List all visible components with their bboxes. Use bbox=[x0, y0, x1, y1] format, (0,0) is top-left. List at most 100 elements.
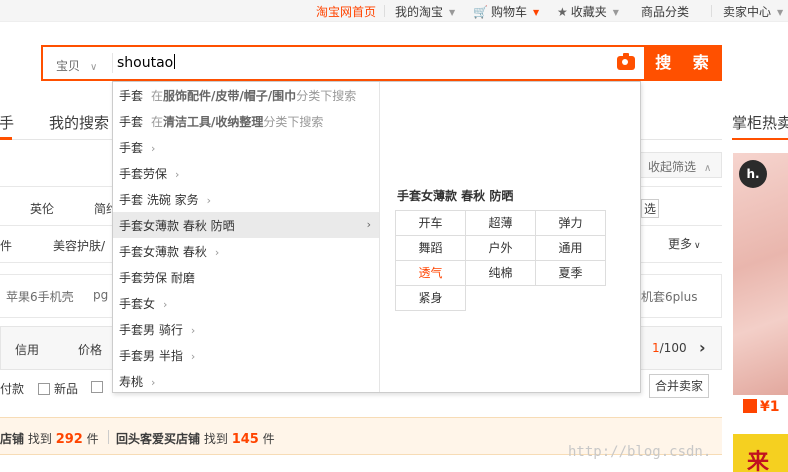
shopkeeper-hot-title: 掌柜热卖 bbox=[732, 114, 788, 132]
page-total: /100 bbox=[659, 341, 687, 355]
shop-count-2[interactable]: 回头客爱买店铺 找到 145 件 bbox=[116, 430, 275, 447]
filter-more-button[interactable]: 更多 ∨ bbox=[668, 235, 701, 252]
suggestion-item[interactable]: 手套 洗碗 家务 › bbox=[113, 186, 379, 212]
filter-option[interactable]: 件 bbox=[0, 237, 12, 254]
suggestion-category-suffix: 分类下搜索 bbox=[296, 89, 357, 103]
seller-center-menu[interactable]: 卖家中心 ▼ bbox=[723, 3, 783, 20]
categories-link[interactable]: 商品分类 bbox=[641, 3, 689, 20]
shop-label: 店铺 bbox=[0, 432, 25, 446]
attribute-option[interactable]: 弹力 bbox=[535, 210, 606, 236]
chevron-up-icon: ∧ bbox=[704, 163, 712, 174]
product-image[interactable]: 来 bbox=[733, 434, 788, 472]
sort-price[interactable]: 价格 bbox=[78, 341, 102, 358]
search-box: 宝贝 ∨ shoutao bbox=[41, 45, 644, 81]
suggestion-item[interactable]: 手套男 半指 › bbox=[113, 342, 379, 368]
divider bbox=[384, 5, 385, 17]
suggestion-term: 寿桃 bbox=[119, 375, 144, 389]
filter-new-label: 新品 bbox=[54, 382, 79, 396]
filter-more-label: 更多 bbox=[668, 237, 693, 251]
chevron-right-icon: › bbox=[214, 246, 220, 259]
related-search-link[interactable]: pg bbox=[93, 288, 108, 302]
camera-icon[interactable] bbox=[617, 53, 635, 70]
suggestion-item[interactable]: 手套劳保 耐磨 bbox=[113, 264, 379, 290]
product-price: ¥1 bbox=[743, 399, 779, 415]
suggestion-item[interactable]: 寿桃 › bbox=[113, 368, 379, 394]
taobao-home-link[interactable]: 淘宝网首页 bbox=[316, 3, 376, 20]
seller-center-label: 卖家中心 bbox=[723, 5, 772, 19]
related-search-link[interactable]: 苹果6手机壳 bbox=[6, 288, 74, 305]
search-suggestions-dropdown: 手套 在服饰配件/皮带/帽子/围巾分类下搜索 手套 在清洁工具/收纳整理分类下搜索 手套… bbox=[112, 81, 641, 393]
filter-option[interactable]: 英伦 bbox=[30, 200, 54, 217]
attribute-option[interactable]: 舞蹈 bbox=[395, 235, 466, 261]
divider bbox=[711, 5, 712, 17]
attribute-option[interactable]: 超薄 bbox=[465, 210, 536, 236]
search-input[interactable]: shoutao bbox=[117, 54, 176, 71]
my-taobao-menu[interactable]: 我的淘宝 ▼ bbox=[395, 3, 455, 20]
suggestion-item[interactable]: 手套男 骑行 › bbox=[113, 316, 379, 342]
suggestion-item[interactable]: 手套劳保 › bbox=[113, 160, 379, 186]
checkbox[interactable] bbox=[91, 381, 103, 393]
my-taobao-label: 我的淘宝 bbox=[395, 5, 444, 19]
divider bbox=[112, 53, 113, 73]
collapse-filters-button[interactable]: 收起筛选 ∧ bbox=[636, 152, 722, 178]
merge-sellers-button[interactable]: 合并卖家 bbox=[649, 374, 709, 398]
suggestion-item[interactable]: 手套女薄款 春秋 防晒 › bbox=[113, 212, 379, 238]
filter-new-checkbox[interactable]: 新品 bbox=[38, 380, 78, 397]
product-price-value: ¥1 bbox=[760, 399, 780, 415]
favorites-menu[interactable]: ★ 收藏夹 ▼ bbox=[557, 3, 619, 20]
related-search-link[interactable]: 机套6plus bbox=[641, 288, 697, 305]
suggestion-item[interactable]: 手套 › bbox=[113, 134, 379, 160]
filter-pay-checkbox[interactable]: 付款 bbox=[0, 380, 24, 397]
suggestion-category-name: 清洁工具/收纳整理 bbox=[163, 115, 264, 129]
unit-label: 件 bbox=[86, 432, 99, 446]
cart-icon: 🛒 bbox=[473, 5, 488, 19]
product-image[interactable] bbox=[733, 153, 788, 395]
favorites-label: 收藏夹 bbox=[570, 5, 607, 19]
chevron-right-icon: › bbox=[151, 142, 156, 155]
suggestion-item[interactable]: 手套女薄款 春秋 › bbox=[113, 238, 379, 264]
attribute-option[interactable]: 紧身 bbox=[395, 285, 466, 311]
chevron-right-icon: › bbox=[163, 298, 168, 311]
pagination: 1/100 bbox=[652, 341, 687, 355]
chevron-right-icon: › bbox=[190, 324, 196, 337]
search-button[interactable]: 搜 索 bbox=[644, 45, 722, 81]
page-current: 1 bbox=[652, 341, 660, 355]
suggestion-term: 手套男 骑行 bbox=[119, 323, 183, 337]
shop-count-number: 145 bbox=[231, 432, 259, 447]
filter-checkbox[interactable] bbox=[91, 380, 107, 394]
suggestion-category-name: 服饰配件/皮带/帽子/围巾 bbox=[163, 89, 297, 103]
chevron-down-icon: ▼ bbox=[777, 8, 784, 17]
attribute-option[interactable]: 开车 bbox=[395, 210, 466, 236]
sort-credit[interactable]: 信用 bbox=[15, 341, 39, 358]
suggestion-term: 手套 洗碗 家务 bbox=[119, 193, 199, 207]
watermark-text: http://blog.csdn. bbox=[568, 444, 712, 460]
suggestion-item[interactable]: 手套 在清洁工具/收纳整理分类下搜索 bbox=[113, 108, 379, 134]
next-page-button[interactable]: › bbox=[699, 338, 706, 357]
suggestion-item[interactable]: 手套女 › bbox=[113, 290, 379, 316]
star-icon: ★ bbox=[557, 5, 568, 19]
search-scope-select[interactable]: 宝贝 ∨ bbox=[56, 57, 97, 74]
filter-multi-select[interactable]: 选 bbox=[641, 199, 660, 218]
chevron-right-icon: › bbox=[151, 376, 156, 389]
suggestion-term: 手套劳保 耐磨 bbox=[119, 271, 195, 285]
suggestion-term: 手套 bbox=[119, 115, 144, 129]
checkbox[interactable] bbox=[38, 383, 50, 395]
attribute-option[interactable]: 户外 bbox=[465, 235, 536, 261]
right-title-underline bbox=[732, 138, 788, 140]
cart-label: 购物车 bbox=[490, 5, 527, 19]
tab-my-search[interactable]: 我的搜索 bbox=[49, 112, 109, 133]
attribute-panel-title: 手套女薄款 春秋 防晒 bbox=[397, 189, 514, 203]
cart-menu[interactable]: 🛒 购物车 ▼ bbox=[473, 3, 539, 20]
attribute-option[interactable]: 透气 bbox=[395, 260, 466, 286]
brand-logo: h. bbox=[739, 160, 767, 188]
text-cursor bbox=[174, 54, 176, 69]
filter-option[interactable]: 美容护肤/ bbox=[53, 237, 105, 254]
attribute-option[interactable]: 纯棉 bbox=[465, 260, 536, 286]
suggestion-category-suffix: 分类下搜索 bbox=[263, 115, 324, 129]
suggestion-item[interactable]: 手套 在服饰配件/皮带/帽子/围巾分类下搜索 bbox=[113, 82, 379, 108]
attribute-option[interactable]: 夏季 bbox=[535, 260, 606, 286]
repeat-buyer-shop-label: 回头客爱买店铺 bbox=[116, 432, 201, 446]
shop-count-1[interactable]: 店铺 找到 292 件 bbox=[0, 430, 99, 447]
attribute-option[interactable]: 通用 bbox=[535, 235, 606, 261]
tab-all[interactable]: 手 bbox=[0, 112, 14, 133]
